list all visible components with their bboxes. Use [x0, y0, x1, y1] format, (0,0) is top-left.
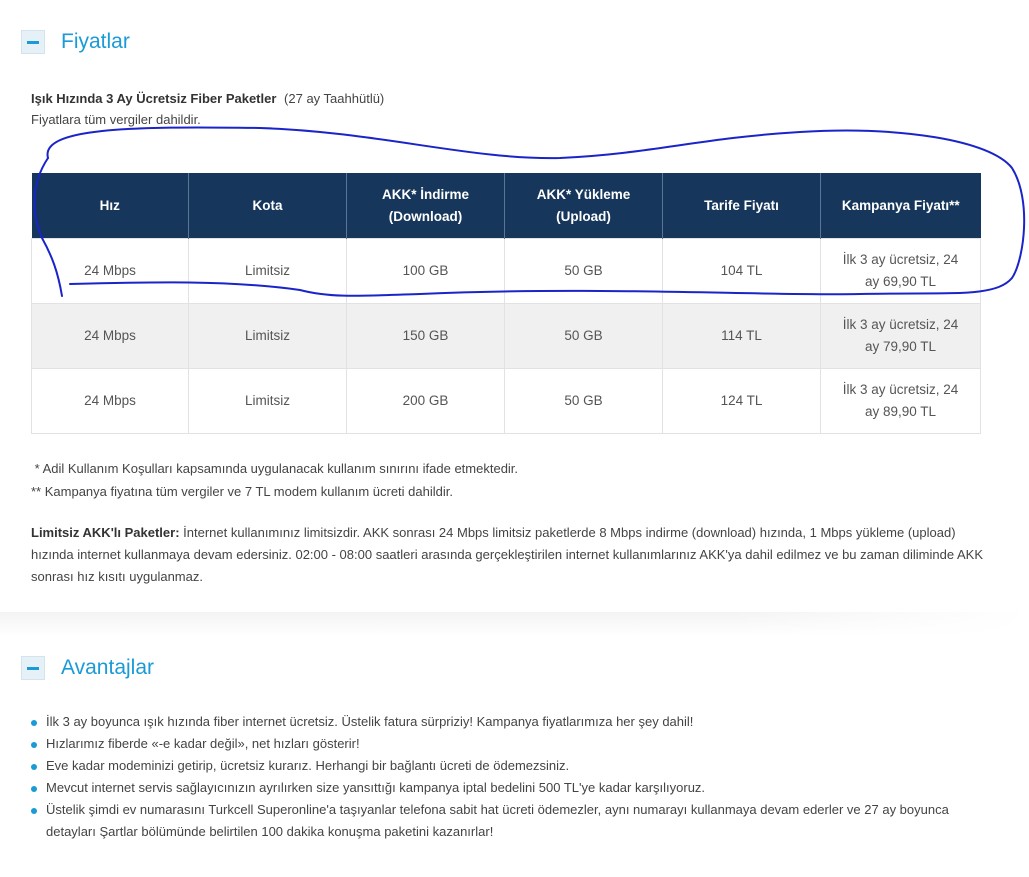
advantages-list: İlk 3 ay boyunca ışık hızında fiber inte…: [31, 711, 981, 843]
bullet-dot-icon: [31, 720, 37, 726]
list-item: Hızlarımız fiberde «-e kadar değil», net…: [31, 733, 981, 755]
prices-section-title: Fiyatlar: [61, 30, 130, 53]
minus-icon: [27, 666, 39, 670]
header-upload: AKK* Yükleme (Upload): [504, 173, 663, 239]
footnote-campaign: ** Kampanya fiyatına tüm vergiler ve 7 T…: [31, 484, 453, 499]
list-item: İlk 3 ay boyunca ışık hızında fiber inte…: [31, 711, 981, 733]
cell-quota: Limitsiz: [188, 368, 347, 434]
header-tariff: Tarife Fiyatı: [662, 173, 821, 239]
footnotes: * Adil Kullanım Koşulları kapsamında uyg…: [31, 457, 518, 503]
bullet-dot-icon: [31, 808, 37, 814]
tax-note: Fiyatlara tüm vergiler dahildir.: [31, 112, 201, 127]
table-row: 24 Mbps Limitsiz 150 GB 50 GB 114 TL İlk…: [31, 303, 981, 369]
table-row: 24 Mbps Limitsiz 200 GB 50 GB 124 TL İlk…: [31, 368, 981, 434]
cell-speed: 24 Mbps: [31, 303, 189, 369]
cell-quota: Limitsiz: [188, 238, 347, 304]
list-item-text: Hızlarımız fiberde «-e kadar değil», net…: [46, 736, 360, 751]
package-title: Işık Hızında 3 Ay Ücretsiz Fiber Paketle…: [31, 91, 277, 106]
cell-quota: Limitsiz: [188, 303, 347, 369]
campaign-line2: ay 69,90 TL: [864, 274, 937, 289]
header-download-line1: AKK* İndirme: [381, 186, 469, 202]
footnote-akk: * Adil Kullanım Koşulları kapsamında uyg…: [31, 461, 519, 476]
commitment-text: (27 ay Taahhütlü): [284, 91, 385, 106]
list-item-text: Eve kadar modeminizi getirip, ücretsiz k…: [46, 758, 570, 773]
list-item: Eve kadar modeminizi getirip, ücretsiz k…: [31, 755, 981, 777]
header-quota: Kota: [188, 173, 347, 239]
table-header-row: Hız Kota AKK* İndirme (Download) AKK* Yü…: [31, 173, 981, 239]
header-upload-line1: AKK* Yükleme: [536, 186, 631, 202]
limitless-label: Limitsiz AKK'lı Paketler:: [31, 525, 180, 540]
list-item-text: Üstelik şimdi ev numarasını Turkcell Sup…: [46, 802, 949, 839]
cell-campaign: İlk 3 ay ücretsiz, 24 ay 89,90 TL: [820, 368, 981, 434]
header-upload-line2: (Upload): [556, 208, 611, 224]
cell-download: 100 GB: [346, 238, 505, 304]
list-item-text: Mevcut internet servis sağlayıcınızın ay…: [46, 780, 706, 795]
table-row: 24 Mbps Limitsiz 100 GB 50 GB 104 TL İlk…: [31, 238, 981, 304]
package-title-line: Işık Hızında 3 Ay Ücretsiz Fiber Paketle…: [31, 88, 384, 109]
cell-campaign: İlk 3 ay ücretsiz, 24 ay 79,90 TL: [820, 303, 981, 369]
collapse-advantages-button[interactable]: [21, 656, 45, 680]
header-download-line2: (Download): [388, 208, 463, 224]
campaign-line1: İlk 3 ay ücretsiz, 24: [842, 382, 959, 397]
header-speed: Hız: [31, 173, 189, 239]
list-item: Mevcut internet servis sağlayıcınızın ay…: [31, 777, 981, 799]
list-item-text: İlk 3 ay boyunca ışık hızında fiber inte…: [46, 714, 694, 729]
header-campaign: Kampanya Fiyatı**: [820, 173, 981, 239]
campaign-line2: ay 89,90 TL: [864, 404, 937, 419]
header-download: AKK* İndirme (Download): [346, 173, 505, 239]
campaign-line2: ay 79,90 TL: [864, 339, 937, 354]
bullet-dot-icon: [31, 742, 37, 748]
package-intro: Işık Hızında 3 Ay Ücretsiz Fiber Paketle…: [31, 88, 384, 130]
cell-tariff: 104 TL: [662, 238, 821, 304]
cell-download: 200 GB: [346, 368, 505, 434]
cell-tariff: 124 TL: [662, 368, 821, 434]
advantages-section-title: Avantajlar: [61, 656, 155, 679]
section-divider-fade: [720, 612, 1029, 636]
cell-upload: 50 GB: [504, 238, 663, 304]
minus-icon: [27, 40, 39, 44]
advantages-section-header[interactable]: Avantajlar: [21, 656, 154, 680]
prices-section-header[interactable]: Fiyatlar: [21, 30, 130, 54]
campaign-line1: İlk 3 ay ücretsiz, 24: [842, 252, 959, 267]
cell-upload: 50 GB: [504, 303, 663, 369]
price-table: Hız Kota AKK* İndirme (Download) AKK* Yü…: [31, 173, 981, 434]
collapse-prices-button[interactable]: [21, 30, 45, 54]
cell-download: 150 GB: [346, 303, 505, 369]
cell-speed: 24 Mbps: [31, 238, 189, 304]
bullet-dot-icon: [31, 764, 37, 770]
cell-campaign: İlk 3 ay ücretsiz, 24 ay 69,90 TL: [820, 238, 981, 304]
bullet-dot-icon: [31, 786, 37, 792]
campaign-line1: İlk 3 ay ücretsiz, 24: [842, 317, 959, 332]
cell-speed: 24 Mbps: [31, 368, 189, 434]
limitless-description: Limitsiz AKK'lı Paketler: İnternet kulla…: [31, 522, 983, 588]
cell-upload: 50 GB: [504, 368, 663, 434]
cell-tariff: 114 TL: [662, 303, 821, 369]
list-item: Üstelik şimdi ev numarasını Turkcell Sup…: [31, 799, 981, 843]
